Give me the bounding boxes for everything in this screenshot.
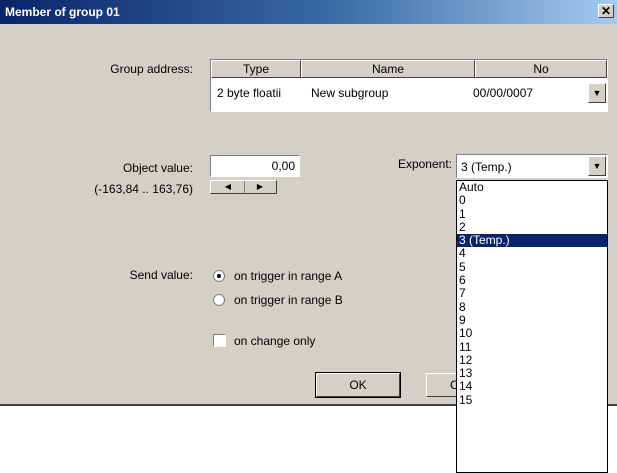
object-value-label: Object value: xyxy=(122,161,193,175)
radio-range-b-label[interactable]: on trigger in range B xyxy=(234,293,343,307)
group-address-label: Group address: xyxy=(110,62,193,76)
column-header-no[interactable]: No xyxy=(475,60,607,78)
cell-no[interactable]: 00/00/0007 xyxy=(473,83,583,103)
exponent-option[interactable]: 3 (Temp.) xyxy=(457,233,607,248)
exponent-option[interactable]: 7 xyxy=(457,287,607,301)
exponent-option[interactable]: 12 xyxy=(457,353,607,367)
column-header-type[interactable]: Type xyxy=(211,60,301,78)
exponent-option[interactable]: 6 xyxy=(457,273,607,287)
exponent-option[interactable]: 10 xyxy=(457,326,607,340)
arrow-left-icon[interactable]: ◀ xyxy=(213,181,243,193)
exponent-option[interactable]: 11 xyxy=(457,340,607,354)
on-change-only-label[interactable]: on change only xyxy=(234,334,315,348)
send-value-label: Send value: xyxy=(129,268,193,282)
exponent-option[interactable]: 15 xyxy=(457,393,607,407)
radio-range-a[interactable] xyxy=(213,270,225,282)
exponent-label: Exponent: xyxy=(397,157,452,171)
exponent-option[interactable]: Auto xyxy=(457,181,607,194)
radio-range-b[interactable] xyxy=(213,294,225,306)
ok-button[interactable]: OK xyxy=(315,372,401,398)
exponent-option[interactable]: 1 xyxy=(457,207,607,221)
exponent-selected-value: 3 (Temp.) xyxy=(461,160,512,174)
exponent-option[interactable]: 9 xyxy=(457,313,607,327)
cell-type[interactable]: 2 byte floatii xyxy=(217,83,299,103)
address-dropdown-button[interactable]: ▼ xyxy=(588,83,606,103)
chevron-down-icon: ▼ xyxy=(592,161,602,171)
close-icon[interactable]: ✕ xyxy=(598,4,614,18)
exponent-option[interactable]: 13 xyxy=(457,366,607,380)
arrow-right-icon[interactable]: ▶ xyxy=(244,181,275,193)
title-bar[interactable]: Member of group 01 xyxy=(0,0,617,24)
value-scroller[interactable]: ◀ ▶ xyxy=(210,180,277,194)
group-address-grid[interactable]: Type Name No 2 byte floatii New subgroup… xyxy=(210,59,608,112)
object-value-range: (-163,84 .. 163,76) xyxy=(94,182,193,196)
column-header-name[interactable]: Name xyxy=(301,60,475,78)
radio-range-a-label[interactable]: on trigger in range A xyxy=(234,269,342,283)
on-change-only-checkbox[interactable] xyxy=(213,334,226,347)
exponent-option[interactable]: 4 xyxy=(457,247,607,261)
chevron-down-icon: ▼ xyxy=(592,88,602,98)
exponent-option[interactable]: 5 xyxy=(457,260,607,274)
exponent-options-list[interactable]: Auto 0 1 2 3 (Temp.) 4 5 6 7 8 9 10 11 12 13 14 15 xyxy=(456,180,608,473)
exponent-option[interactable]: 2 xyxy=(457,220,607,234)
radio-dot xyxy=(217,274,221,278)
cell-name[interactable]: New subgroup xyxy=(311,83,471,103)
exponent-option[interactable]: 14 xyxy=(457,380,607,394)
object-value-input[interactable]: 0,00 xyxy=(210,155,300,177)
exponent-select[interactable]: 3 (Temp.) ▼ xyxy=(456,154,608,178)
exponent-dropdown-button[interactable]: ▼ xyxy=(588,156,606,176)
exponent-option[interactable]: 0 xyxy=(457,193,607,207)
dialog-title: Member of group 01 xyxy=(5,5,120,19)
exponent-option[interactable]: 8 xyxy=(457,300,607,314)
